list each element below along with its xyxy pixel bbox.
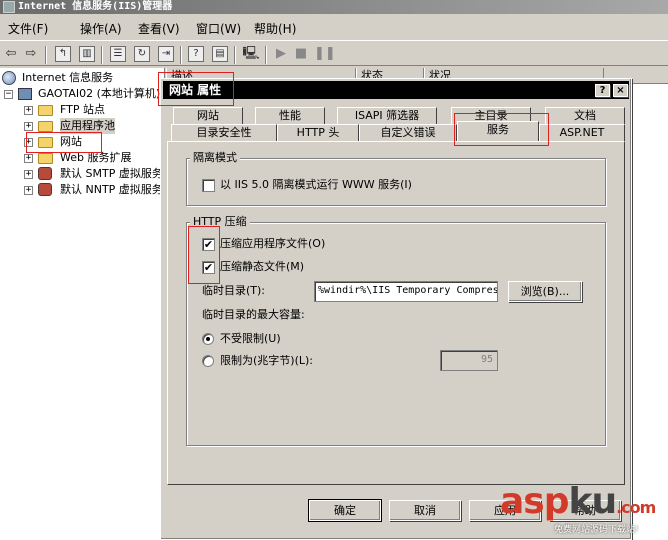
computer-icon xyxy=(18,88,32,100)
compress-app-label: 压缩应用程序文件(O) xyxy=(220,237,326,250)
expand-icon[interactable]: + xyxy=(24,154,33,163)
tab-isapi-filters[interactable]: ISAPI 筛选器 xyxy=(337,107,437,124)
tab-panel-service: 隔离模式 以 IIS 5.0 隔离模式运行 WWW 服务(I) HTTP 压缩 … xyxy=(167,141,625,485)
browse-button[interactable]: 浏览(B)... xyxy=(508,281,582,302)
menu-help[interactable]: 帮助(H) xyxy=(254,20,296,37)
tab-directory-security[interactable]: 目录安全性 xyxy=(171,124,277,141)
properties-icon[interactable]: ☰ xyxy=(110,46,126,62)
expand-icon[interactable]: + xyxy=(24,106,33,115)
pause-icon[interactable]: ❚❚ xyxy=(314,45,336,63)
toolbar: ⇦ ⇨ ↰ ▥ ☰ ↻ ⇥ ? ▤ 🖳 ▶ ■ ❚❚ xyxy=(0,40,668,66)
temp-dir-label: 临时目录(T): xyxy=(202,284,266,297)
folder-icon xyxy=(38,153,53,164)
expand-icon[interactable]: + xyxy=(24,170,33,179)
nntp-icon xyxy=(38,183,52,196)
tab-http-headers[interactable]: HTTP 头 xyxy=(277,124,359,141)
collapse-icon[interactable]: − xyxy=(4,90,13,99)
window-title: Internet 信息服务(IIS)管理器 xyxy=(18,1,173,12)
dialog-titlebar: 网站 属性 ? × xyxy=(163,81,629,99)
menu-bar: 文件(F) 操作(A) 查看(V) 窗口(W) 帮助(H) xyxy=(0,16,668,38)
menu-action[interactable]: 操作(A) xyxy=(80,20,122,37)
window-titlebar: Internet 信息服务(IIS)管理器 xyxy=(0,0,668,14)
limit-size-input[interactable]: 95 xyxy=(440,350,498,371)
computer-icon[interactable]: 🖳 xyxy=(242,45,260,63)
folder-icon xyxy=(38,121,53,132)
export-icon[interactable]: ⇥ xyxy=(158,46,174,62)
dialog-title: 网站 属性 xyxy=(169,83,222,97)
expand-icon[interactable]: + xyxy=(24,122,33,131)
iis-app-icon xyxy=(3,1,15,13)
unlimited-label: 不受限制(U) xyxy=(220,332,281,345)
menu-view[interactable]: 查看(V) xyxy=(138,20,180,37)
isolation-group-title: 隔离模式 xyxy=(190,152,240,164)
expand-icon[interactable]: + xyxy=(24,186,33,195)
help-icon[interactable]: ? xyxy=(188,46,204,62)
help-button[interactable]: ? xyxy=(595,84,610,97)
folder-icon xyxy=(38,137,53,148)
up-folder-icon[interactable]: ↰ xyxy=(55,46,71,62)
tab-documents[interactable]: 文档 xyxy=(545,107,625,124)
expand-icon[interactable]: + xyxy=(24,138,33,147)
watermark-logo: aspku.com 免费网站源码下载站! xyxy=(496,480,666,540)
tab-service[interactable]: 服务 xyxy=(457,121,539,141)
smtp-icon xyxy=(38,167,52,180)
limit-radio[interactable] xyxy=(202,355,214,367)
limit-label: 限制为(兆字节)(L): xyxy=(220,354,314,367)
compress-static-checkbox[interactable]: ✔ xyxy=(202,261,215,274)
properties-dialog: 网站 属性 ? × 网站 性能 ISAPI 筛选器 主目录 文档 目录安全性 H… xyxy=(160,78,632,540)
unlimited-radio[interactable] xyxy=(202,333,214,345)
tab-custom-errors[interactable]: 自定义错误 xyxy=(359,124,457,141)
refresh-icon[interactable]: ↻ xyxy=(134,46,150,62)
tree-pane: Internet 信息服务 − GAOTAI02 (本地计算机) + FTP 站… xyxy=(0,68,165,540)
compress-static-label: 压缩静态文件(M) xyxy=(220,260,305,273)
isolation-label: 以 IIS 5.0 隔离模式运行 WWW 服务(I) xyxy=(220,178,412,191)
compression-group-title: HTTP 压缩 xyxy=(190,216,250,228)
watermark-subtitle: 免费网站源码下载站! xyxy=(554,525,639,535)
menu-window[interactable]: 窗口(W) xyxy=(196,20,241,37)
folder-icon xyxy=(38,105,53,116)
tab-website[interactable]: 网站 xyxy=(173,107,243,124)
temp-dir-input[interactable]: %windir%\IIS Temporary Compres xyxy=(314,281,498,302)
max-size-label: 临时目录的最大容量: xyxy=(202,308,305,321)
cancel-button[interactable]: 取消 xyxy=(389,500,461,521)
play-icon[interactable]: ▶ xyxy=(272,45,290,63)
compress-app-checkbox[interactable]: ✔ xyxy=(202,238,215,251)
console-icon[interactable]: ▤ xyxy=(212,46,228,62)
tab-aspnet[interactable]: ASP.NET xyxy=(539,124,625,141)
tab-performance[interactable]: 性能 xyxy=(255,107,325,124)
stop-icon[interactable]: ■ xyxy=(292,45,310,63)
ok-button[interactable]: 确定 xyxy=(308,499,382,522)
show-tree-icon[interactable]: ▥ xyxy=(79,46,95,62)
close-button[interactable]: × xyxy=(613,84,628,97)
isolation-checkbox[interactable] xyxy=(202,179,215,192)
back-arrow-icon[interactable]: ⇦ xyxy=(2,45,20,63)
iis-icon xyxy=(2,71,16,85)
menu-file[interactable]: 文件(F) xyxy=(8,20,48,37)
forward-arrow-icon[interactable]: ⇨ xyxy=(22,45,40,63)
